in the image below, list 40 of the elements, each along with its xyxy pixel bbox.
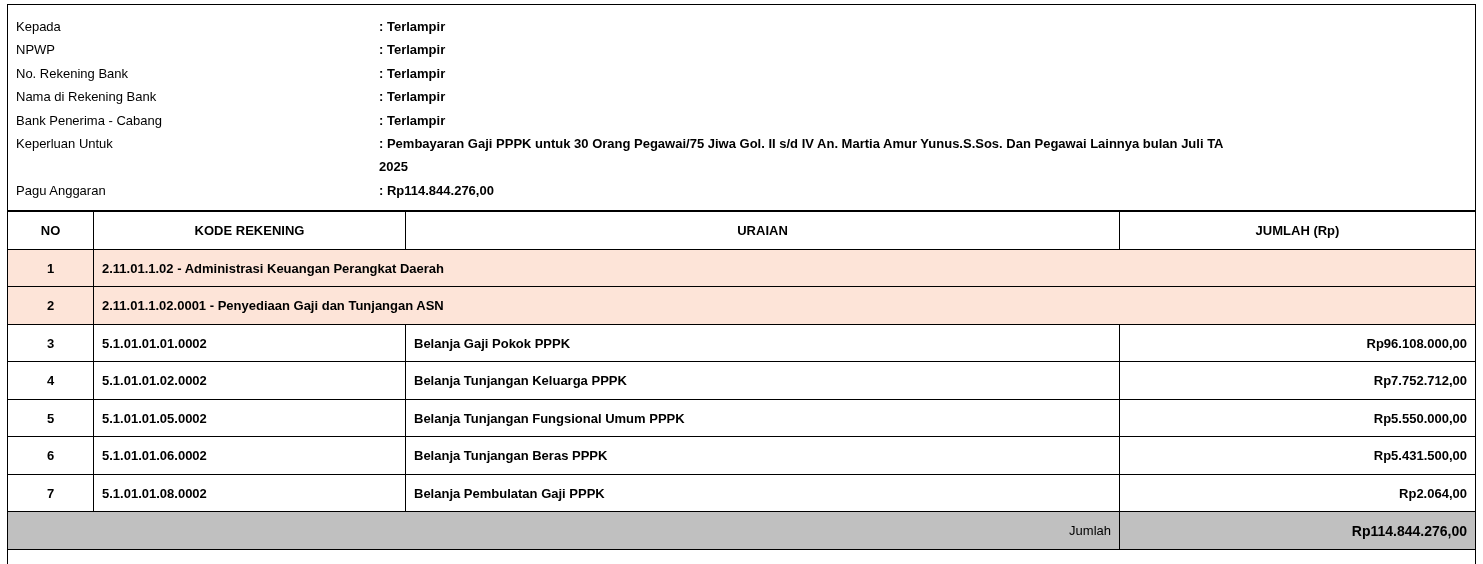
amount-cell: Rp96.108.000,00	[1120, 324, 1475, 363]
group-title: 2.11.01.1.02 - Administrasi Keuangan Perangkat Daerah	[94, 249, 1475, 288]
column-header: URAIAN	[406, 212, 1120, 250]
field-value: : Rp114.844.276,00	[379, 181, 495, 200]
row-number: 3	[8, 324, 94, 363]
description-cell: Belanja Gaji Pokok PPPK	[406, 324, 1120, 363]
column-header: NO	[8, 212, 94, 250]
field-value: : Terlampir	[379, 88, 447, 107]
column-header: KODE REKENING	[94, 212, 406, 250]
amount-cell: Rp5.431.500,00	[1120, 437, 1475, 475]
field-label: Kepada	[16, 18, 62, 36]
field-label: NPWP	[16, 41, 56, 60]
row-number: 2	[8, 287, 94, 325]
description-cell: Belanja Tunjangan Beras PPPK	[406, 437, 1120, 475]
field-value: : Terlampir	[379, 64, 447, 83]
description-cell: Belanja Tunjangan Keluarga PPPK	[406, 362, 1120, 400]
field-value: : Terlampir	[379, 41, 447, 60]
field-label: Pagu Anggaran	[16, 181, 107, 200]
field-label: Keperluan Untuk	[16, 135, 114, 154]
row-number: 4	[8, 362, 94, 400]
row-number: 1	[8, 249, 94, 288]
description-cell: Belanja Tunjangan Fungsional Umum PPPK	[406, 399, 1120, 438]
amount-cell: Rp5.550.000,00	[1120, 399, 1475, 438]
field-label: Bank Penerima - Cabang	[16, 111, 163, 130]
total-amount: Rp114.844.276,00	[1120, 512, 1475, 550]
total-label: Jumlah	[8, 512, 1120, 550]
account-code: 5.1.01.01.05.0002	[94, 399, 406, 438]
account-code: 5.1.01.01.01.0002	[94, 324, 406, 363]
field-label: No. Rekening Bank	[16, 64, 129, 83]
field-value: : Terlampir	[379, 111, 447, 130]
amount-cell: Rp7.752.712,00	[1120, 362, 1475, 400]
column-header: JUMLAH (Rp)	[1120, 212, 1475, 250]
group-title: 2.11.01.1.02.0001 - Penyediaan Gaji dan Tunjangan ASN	[94, 287, 1475, 325]
account-code: 5.1.01.01.06.0002	[94, 437, 406, 475]
account-code: 5.1.01.01.02.0002	[94, 362, 406, 400]
field-value: : Terlampir	[379, 18, 447, 36]
row-number: 6	[8, 437, 94, 475]
row-number: 5	[8, 399, 94, 438]
field-value: : Pembayaran Gaji PPPK untuk 30 Orang Pegawai/75 Jiwa Gol. II s/d IV An. Martia Amur Yunus.S.Sos. Dan Pegawai Lainnya bulan Juli TA 2025	[379, 135, 1225, 177]
field-label: Nama di Rekening Bank	[16, 88, 158, 107]
